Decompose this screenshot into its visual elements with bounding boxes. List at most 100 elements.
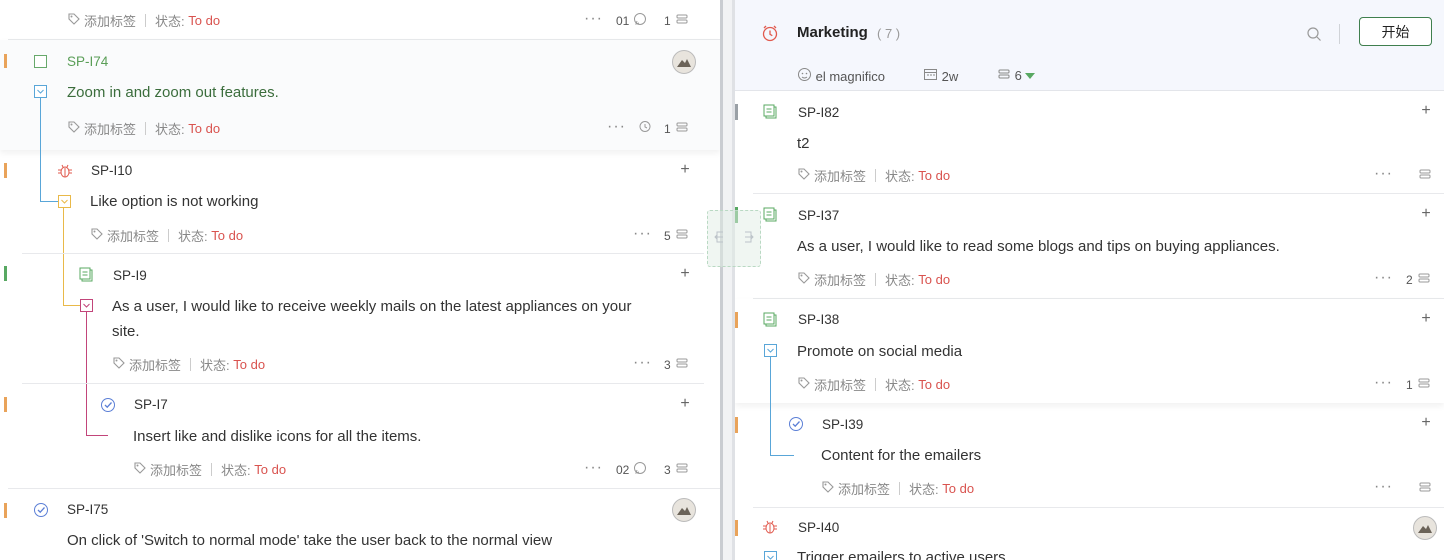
item-id[interactable]: SP-I38 xyxy=(798,312,839,327)
tag-status-row: 添加标签 状态: To do xyxy=(90,226,243,245)
more-options-icon[interactable]: ··· xyxy=(1374,479,1393,495)
item-title-line1[interactable]: As a user, I would like to receive weekl… xyxy=(112,294,631,319)
sprint-items-dropdown[interactable]: 6 xyxy=(997,67,1036,84)
pane-divider[interactable] xyxy=(720,0,735,560)
alarm-icon[interactable] xyxy=(638,119,652,133)
stack-icon xyxy=(675,356,689,373)
collapse-icon[interactable] xyxy=(763,343,777,357)
sprint-name[interactable]: Marketing xyxy=(797,24,868,41)
add-tag-button[interactable]: 添加标签 xyxy=(112,355,181,374)
item-id[interactable]: SP-I40 xyxy=(798,520,839,535)
add-subitem-button[interactable]: + xyxy=(674,159,696,181)
collapse-icon[interactable] xyxy=(763,550,777,560)
status-value[interactable]: To do xyxy=(918,377,950,392)
item-id[interactable]: SP-I7 xyxy=(134,397,168,412)
item-id[interactable]: SP-I9 xyxy=(113,268,147,283)
more-options-icon[interactable]: ··· xyxy=(607,119,626,135)
comments-count[interactable]: 02 xyxy=(616,461,647,478)
move-right-icon[interactable] xyxy=(739,230,755,247)
more-options-icon[interactable]: ··· xyxy=(1374,375,1393,391)
collapse-icon[interactable] xyxy=(57,194,71,208)
tag-status-row: 添加标签 状态: To do xyxy=(797,375,950,394)
task-check-icon xyxy=(100,397,116,413)
item-title[interactable]: Zoom in and zoom out features. xyxy=(67,80,279,105)
more-options-icon[interactable]: ··· xyxy=(584,460,603,476)
move-items-toggle[interactable] xyxy=(707,210,761,267)
add-subitem-button[interactable]: + xyxy=(674,263,696,285)
add-tag-button[interactable]: 添加标签 xyxy=(797,166,866,185)
user-icon xyxy=(797,67,812,85)
add-tag-button[interactable]: 添加标签 xyxy=(797,375,866,394)
story-icon xyxy=(763,312,779,328)
more-options-icon[interactable]: ··· xyxy=(633,355,652,371)
item-title-line2[interactable]: site. xyxy=(112,319,140,344)
item-title[interactable]: Like option is not working xyxy=(90,189,258,214)
status-value[interactable]: To do xyxy=(918,272,950,287)
item-id[interactable]: SP-I37 xyxy=(798,208,839,223)
avatar[interactable] xyxy=(672,498,696,522)
item-id[interactable]: SP-I10 xyxy=(91,163,132,178)
avatar[interactable] xyxy=(672,50,696,74)
item-id[interactable]: SP-I82 xyxy=(798,105,839,120)
bug-icon xyxy=(762,519,778,535)
status-value[interactable]: To do xyxy=(188,13,220,28)
subitems-count[interactable] xyxy=(1418,480,1432,497)
add-subitem-button[interactable]: + xyxy=(1415,100,1437,122)
collapse-icon[interactable] xyxy=(33,84,47,98)
item-title[interactable]: Promote on social media xyxy=(797,339,962,364)
subitems-count[interactable]: 2 xyxy=(1406,271,1431,288)
stack-icon xyxy=(675,461,689,478)
subitems-count[interactable]: 1 xyxy=(664,120,689,137)
add-tag-button[interactable]: 添加标签 xyxy=(821,479,890,498)
item-id[interactable]: SP-I39 xyxy=(822,417,863,432)
checkbox-icon[interactable] xyxy=(33,54,47,68)
item-id[interactable]: SP-I75 xyxy=(67,502,108,517)
subitems-count[interactable]: 1 xyxy=(664,12,689,29)
start-sprint-button[interactable]: 开始 xyxy=(1359,17,1432,46)
add-tag-button[interactable]: 添加标签 xyxy=(67,11,136,30)
more-options-icon[interactable]: ··· xyxy=(584,11,603,27)
subitems-count[interactable]: 1 xyxy=(1406,376,1431,393)
collapse-icon[interactable] xyxy=(79,298,93,312)
status-value[interactable]: To do xyxy=(188,121,220,136)
item-title[interactable]: t2 xyxy=(797,131,810,156)
more-options-icon[interactable]: ··· xyxy=(1374,270,1393,286)
avatar[interactable] xyxy=(1413,516,1437,540)
status-value[interactable]: To do xyxy=(918,168,950,183)
add-subitem-button[interactable]: + xyxy=(1415,308,1437,330)
more-options-icon[interactable]: ··· xyxy=(633,226,652,242)
subitems-count[interactable]: 5 xyxy=(664,227,689,244)
subitems-count[interactable]: 3 xyxy=(664,461,689,478)
more-options-icon[interactable]: ··· xyxy=(1374,166,1393,182)
story-icon xyxy=(79,267,95,283)
add-tag-button[interactable]: 添加标签 xyxy=(797,270,866,289)
tag-icon xyxy=(797,167,811,184)
item-title[interactable]: Insert like and dislike icons for all th… xyxy=(133,424,421,449)
sprint-owner[interactable]: el magnifico xyxy=(797,67,885,85)
item-id[interactable]: SP-I74 xyxy=(67,54,108,69)
move-left-icon[interactable] xyxy=(713,230,729,247)
status-value[interactable]: To do xyxy=(254,462,286,477)
tag-icon xyxy=(90,227,104,244)
search-icon[interactable] xyxy=(1306,26,1322,42)
subitems-count[interactable] xyxy=(1418,167,1432,184)
subitems-count[interactable]: 3 xyxy=(664,356,689,373)
item-title[interactable]: Trigger emailers to active users xyxy=(797,545,1006,560)
add-tag-button[interactable]: 添加标签 xyxy=(133,460,202,479)
add-subitem-button[interactable]: + xyxy=(674,393,696,415)
status-value[interactable]: To do xyxy=(211,228,243,243)
add-tag-button[interactable]: 添加标签 xyxy=(67,119,136,138)
tag-status-row: 添加标签 状态: To do xyxy=(112,355,265,374)
item-title[interactable]: Content for the emailers xyxy=(821,443,981,468)
add-subitem-button[interactable]: + xyxy=(1415,203,1437,225)
item-title[interactable]: On click of 'Switch to normal mode' take… xyxy=(67,528,552,553)
add-tag-button[interactable]: 添加标签 xyxy=(90,226,159,245)
tag-status-row: 添加标签 状态: To do xyxy=(797,270,950,289)
add-subitem-button[interactable]: + xyxy=(1415,412,1437,434)
item-title[interactable]: As a user, I would like to read some blo… xyxy=(797,234,1280,259)
comments-count[interactable]: 01 xyxy=(616,12,647,29)
status-value[interactable]: To do xyxy=(942,481,974,496)
sprint-duration[interactable]: 2w xyxy=(923,67,958,85)
status-value[interactable]: To do xyxy=(233,357,265,372)
tag-status-row: 添加标签 状态: To do xyxy=(797,166,950,185)
